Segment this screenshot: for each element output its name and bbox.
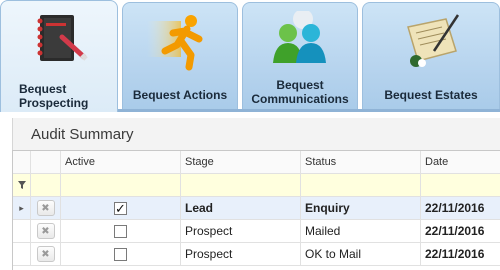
filter-cell-date[interactable] <box>421 174 500 196</box>
panel-title: Audit Summary <box>31 126 134 143</box>
filter-cell-status[interactable] <box>301 174 421 196</box>
tab-label-line1: Bequest <box>19 82 67 96</box>
delete-row-button[interactable]: ✖ <box>36 223 55 239</box>
active-checkbox[interactable] <box>114 224 127 238</box>
tab-bequest-actions[interactable]: Bequest Actions <box>122 2 238 110</box>
cell-date[interactable]: 22/11/2016 <box>421 220 500 242</box>
scroll-quill-icon <box>407 14 460 67</box>
running-figure-icon <box>147 15 203 71</box>
filter-cell-active[interactable] <box>61 174 181 196</box>
cell-stage[interactable]: Prospect <box>181 243 301 265</box>
tab-label-line1: Bequest Actions <box>132 88 228 102</box>
column-header-active[interactable]: Active <box>61 151 181 173</box>
cell-status[interactable]: Mailed <box>301 220 421 242</box>
tab-bequest-estates[interactable]: Bequest Estates <box>362 2 500 110</box>
column-header-stage[interactable]: Stage <box>181 151 301 173</box>
grid-filter-row <box>13 174 500 197</box>
cell-stage[interactable]: Lead <box>181 197 301 219</box>
row-pointer-icon: ▸ <box>13 197 31 219</box>
two-people-icon <box>273 11 326 63</box>
active-checkbox[interactable]: ✓ <box>114 200 127 216</box>
close-icon: ✖ <box>41 248 50 260</box>
tab-bequest-communications[interactable]: Bequest Communications <box>242 2 358 110</box>
close-icon: ✖ <box>41 202 50 214</box>
grid-header-row: Active Stage Status Date <box>13 151 500 174</box>
table-row[interactable]: ✖ Prospect Mailed 22/11/2016 <box>13 220 500 243</box>
audit-grid: Active Stage Status Date ▸ ✖ ✓ Lead Enqu… <box>12 150 500 270</box>
filter-cell-stage[interactable] <box>181 174 301 196</box>
check-icon: ✓ <box>115 200 126 216</box>
tab-label-line1: Bequest Estates <box>384 88 478 102</box>
cell-status[interactable]: Enquiry <box>301 197 421 219</box>
filter-icon[interactable] <box>13 174 31 196</box>
active-checkbox[interactable] <box>114 247 127 261</box>
cell-date[interactable]: 22/11/2016 <box>421 197 500 219</box>
delete-row-button[interactable]: ✖ <box>36 246 55 262</box>
close-icon: ✖ <box>41 225 50 237</box>
tab-label-line2: Communications <box>251 92 349 106</box>
delete-row-button[interactable]: ✖ <box>36 200 55 216</box>
cell-date[interactable]: 22/11/2016 <box>421 243 500 265</box>
tab-strip: Bequest Prospecting Bequest Actions Bequ… <box>0 0 500 112</box>
column-header-date[interactable]: Date <box>421 151 500 173</box>
table-row[interactable]: ▸ ✖ ✓ Lead Enquiry 22/11/2016 <box>13 197 500 220</box>
notebook-pen-icon <box>37 15 88 61</box>
tab-label-line2: Prospecting <box>19 96 89 110</box>
cell-stage[interactable]: Prospect <box>181 220 301 242</box>
table-row[interactable]: ✖ Prospect OK to Mail 22/11/2016 <box>13 243 500 266</box>
column-header-status[interactable]: Status <box>301 151 421 173</box>
cell-status[interactable]: OK to Mail <box>301 243 421 265</box>
tab-label-line1: Bequest <box>276 78 324 92</box>
tab-bequest-prospecting[interactable]: Bequest Prospecting <box>0 0 118 112</box>
